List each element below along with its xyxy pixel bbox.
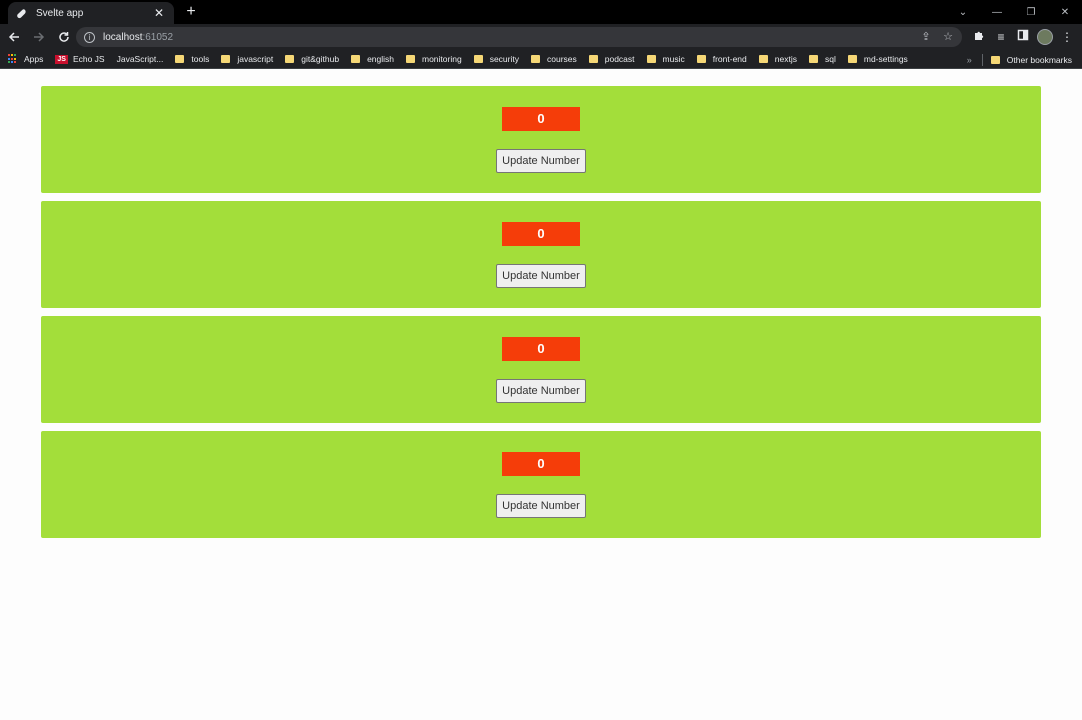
forward-arrow-icon[interactable] — [28, 26, 50, 48]
bookmark-folder-front-end[interactable]: front-end — [696, 54, 747, 64]
folder-icon — [808, 55, 818, 63]
bookmark-label: security — [489, 54, 519, 64]
share-icon[interactable]: ⇪ — [918, 29, 934, 45]
tab-close-icon[interactable]: ✕ — [152, 6, 166, 20]
bookmark-folder-sql[interactable]: sql — [808, 54, 836, 64]
menu-icon[interactable]: ⋮ — [1056, 27, 1078, 47]
media-icon[interactable]: ≡ — [990, 27, 1012, 47]
bookmark-folder-monitoring[interactable]: monitoring — [406, 54, 462, 64]
folder-icon — [696, 55, 706, 63]
bookmark-label: tools — [191, 54, 210, 64]
side-panel-icon[interactable] — [1012, 27, 1034, 47]
tab-search-icon[interactable]: ⌄ — [946, 0, 980, 24]
bookmark-apps[interactable]: Apps — [8, 54, 43, 64]
bookmark-folder-podcast[interactable]: podcast — [588, 54, 635, 64]
address-bar[interactable]: i localhost :61052 ⇪ ☆ — [76, 27, 962, 47]
js-badge-icon: JS — [55, 54, 68, 64]
apps-grid-icon — [8, 54, 18, 64]
bookmark-label: front-end — [712, 54, 747, 64]
bookmark-label: Echo JS — [72, 54, 105, 64]
counter-card: 0 Update Number — [41, 316, 1041, 423]
update-number-button[interactable]: Update Number — [496, 379, 586, 403]
counter-card: 0 Update Number — [41, 86, 1041, 193]
folder-icon — [175, 55, 185, 63]
bookmark-folder-tools[interactable]: tools — [175, 54, 209, 64]
bookmark-label: courses — [546, 54, 577, 64]
update-number-button[interactable]: Update Number — [496, 149, 586, 173]
bookmark-label: podcast — [604, 54, 635, 64]
counter-card: 0 Update Number — [41, 431, 1041, 538]
number-display: 0 — [502, 452, 580, 476]
bookmarks-divider — [981, 53, 983, 66]
window-controls: ⌄ — ❐ ✕ — [946, 0, 1082, 24]
bookmark-label: Other bookmarks — [1006, 54, 1072, 65]
url-port: :61052 — [142, 31, 174, 43]
folder-icon — [530, 55, 540, 63]
folder-icon — [990, 55, 1000, 64]
tab-title: Svelte app — [36, 7, 84, 19]
browser-toolbar: i localhost :61052 ⇪ ☆ ≡ ⋮ — [0, 24, 1082, 50]
bookmark-label: english — [367, 54, 394, 64]
folder-icon — [473, 55, 483, 63]
folder-icon — [588, 55, 598, 63]
update-number-button[interactable]: Update Number — [496, 494, 586, 518]
bookmark-folder-courses[interactable]: courses — [530, 54, 577, 64]
extensions-icon[interactable] — [968, 27, 990, 47]
url-host: localhost — [103, 31, 143, 43]
folder-icon — [646, 55, 656, 63]
bookmark-label: monitoring — [422, 54, 462, 64]
bookmark-folder-nextjs[interactable]: nextjs — [758, 54, 797, 64]
bookmark-folder-english[interactable]: english — [351, 54, 394, 64]
bookmark-label: sql — [824, 54, 836, 64]
profile-avatar[interactable] — [1037, 29, 1053, 45]
number-display: 0 — [502, 337, 580, 361]
browser-tab[interactable]: Svelte app ✕ — [8, 2, 174, 24]
back-arrow-icon[interactable] — [3, 26, 25, 48]
bookmark-label: javascript — [237, 54, 274, 64]
bookmark-label: git&github — [301, 54, 340, 64]
bookmark-echo-js[interactable]: JS Echo JS — [55, 54, 105, 64]
star-icon[interactable]: ☆ — [940, 29, 956, 45]
folder-icon — [221, 55, 231, 63]
page-content: 0 Update Number 0 Update Number 0 Update… — [0, 70, 1082, 720]
minimize-icon[interactable]: — — [980, 0, 1014, 24]
restore-icon[interactable]: ❐ — [1014, 0, 1048, 24]
tab-strip: Svelte app ✕ + ⌄ — ❐ ✕ — [0, 0, 1082, 24]
folder-icon — [351, 55, 361, 63]
info-icon[interactable]: i — [84, 31, 95, 43]
bookmark-javascript-page[interactable]: JavaScript... — [117, 54, 164, 64]
reload-icon[interactable] — [53, 26, 75, 48]
bookmark-folder-git-github[interactable]: git&github — [285, 54, 339, 64]
folder-icon — [406, 55, 415, 63]
new-tab-button[interactable]: + — [182, 3, 200, 21]
bookmark-folder-music[interactable]: music — [646, 54, 685, 64]
svelte-favicon-icon — [16, 7, 28, 19]
close-window-icon[interactable]: ✕ — [1048, 0, 1082, 24]
bookmark-folder-security[interactable]: security — [473, 54, 519, 64]
bookmark-label: Apps — [24, 54, 44, 64]
bookmark-other-bookmarks[interactable]: Other bookmarks — [990, 54, 1072, 65]
bookmark-folder-md-settings[interactable]: md-settings — [847, 54, 908, 64]
number-display: 0 — [502, 222, 580, 246]
folder-icon — [847, 55, 857, 63]
bookmark-label: nextjs — [774, 54, 797, 64]
folder-icon — [758, 55, 768, 63]
bookmarks-bar: Apps JS Echo JS JavaScript... tools java… — [0, 50, 1082, 69]
counter-card: 0 Update Number — [41, 201, 1041, 308]
bookmark-label: JavaScript... — [116, 54, 164, 64]
number-display: 0 — [502, 107, 580, 131]
bookmark-label: md-settings — [863, 54, 908, 64]
bookmarks-overflow-icon[interactable]: » — [967, 55, 972, 65]
bookmark-label: music — [662, 54, 685, 64]
update-number-button[interactable]: Update Number — [496, 264, 586, 288]
bookmark-folder-javascript[interactable]: javascript — [221, 54, 273, 64]
folder-icon — [285, 55, 295, 63]
